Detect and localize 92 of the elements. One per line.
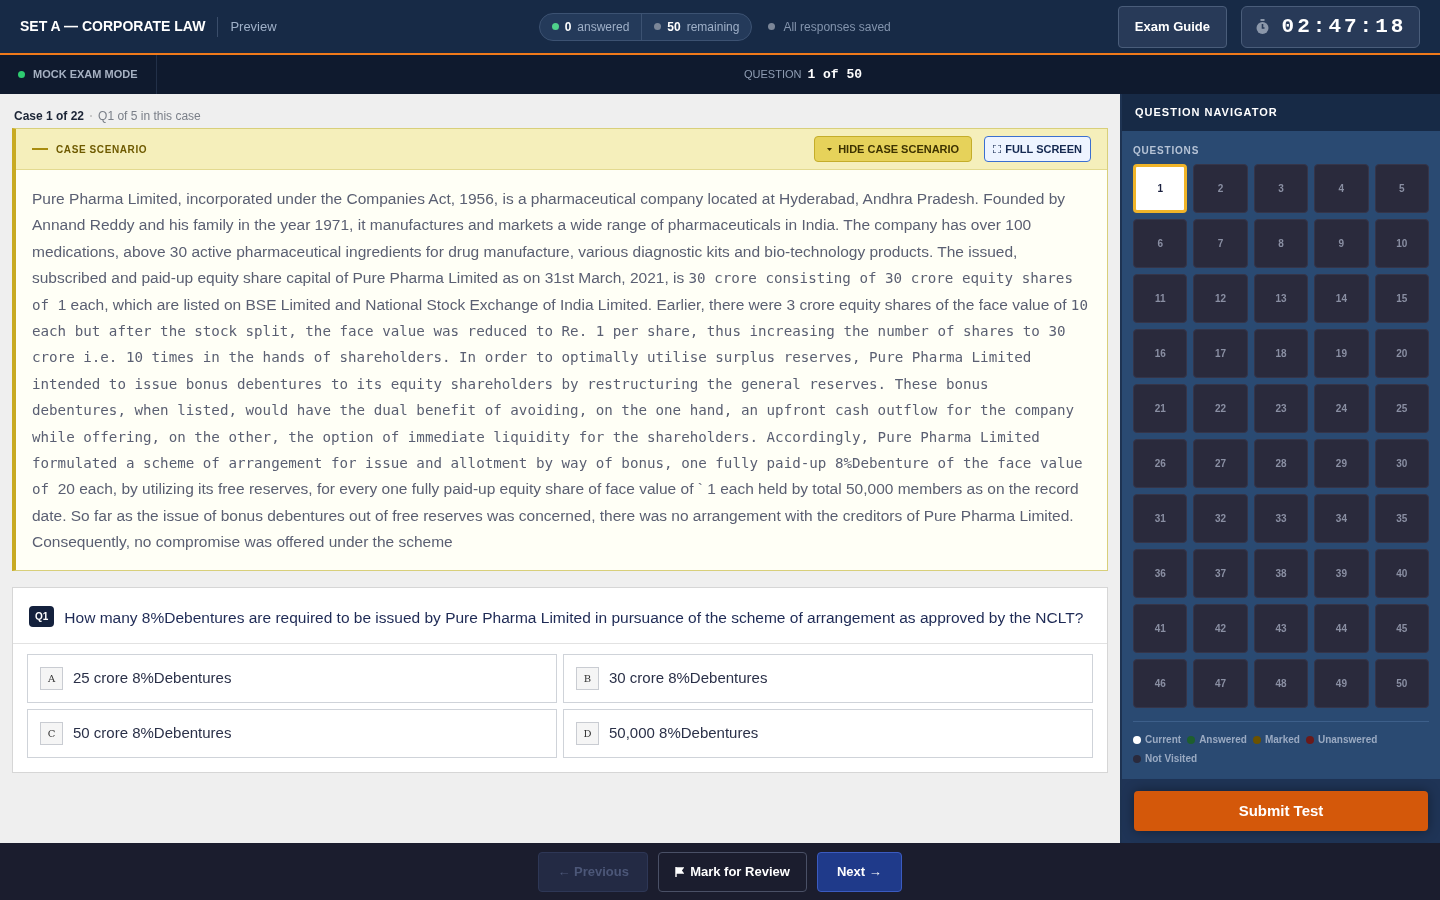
questions-heading: QUESTIONS xyxy=(1133,144,1201,158)
question-text: How many 8%Debentures are required to be issued by Pure Pharma Limited in pursuance of the scheme of arrangement as approved by the NCLT? xyxy=(64,608,1084,628)
question-number-button[interactable]: 48 xyxy=(1253,659,1309,708)
question-number-button[interactable]: 40 xyxy=(1374,549,1429,598)
question-number-button[interactable]: 8 xyxy=(1253,219,1309,268)
save-status: All responses saved xyxy=(783,18,891,36)
answer-option[interactable]: C 50 crore 8%Debentures xyxy=(27,709,557,758)
legend-label: Current xyxy=(1145,733,1182,747)
flag-icon xyxy=(675,866,685,877)
question-number-button[interactable]: 47 xyxy=(1193,659,1248,708)
question-number-button[interactable]: 49 xyxy=(1314,659,1369,708)
question-number-button[interactable]: 26 xyxy=(1133,439,1188,488)
exam-guide-button[interactable]: Exam Guide xyxy=(1117,5,1227,48)
question-number-button[interactable]: 29 xyxy=(1314,439,1369,488)
question-number-button[interactable]: 3 xyxy=(1253,164,1309,213)
case-question-position: Q1 of 5 in this case xyxy=(98,108,201,125)
question-number-button[interactable]: 10 xyxy=(1374,219,1429,268)
answered-label: answered xyxy=(577,18,630,36)
question-number-button[interactable]: 21 xyxy=(1133,384,1188,433)
mark-for-review-button[interactable]: Mark for Review xyxy=(658,851,807,892)
question-number-button[interactable]: 13 xyxy=(1253,274,1309,323)
question-number-button[interactable]: 35 xyxy=(1374,494,1429,543)
question-number-button[interactable]: 44 xyxy=(1314,604,1369,653)
question-number-button[interactable]: 6 xyxy=(1133,219,1188,268)
option-letter: A xyxy=(40,667,63,690)
question-number-button[interactable]: 7 xyxy=(1193,219,1248,268)
question-number-button[interactable]: 34 xyxy=(1314,494,1369,543)
option-letter: D xyxy=(576,722,599,745)
question-number-button[interactable]: 19 xyxy=(1314,329,1369,378)
legend-label: Answered xyxy=(1199,733,1247,747)
question-number-button[interactable]: 18 xyxy=(1253,329,1309,378)
option-letter: B xyxy=(576,667,599,690)
question-number-button[interactable]: 20 xyxy=(1374,329,1429,378)
case-scenario-title: CASE SCENARIO xyxy=(56,142,148,157)
answer-option[interactable]: D 50,000 8%Debentures xyxy=(563,709,1093,758)
question-number-button[interactable]: 33 xyxy=(1253,494,1309,543)
question-number-button[interactable]: 25 xyxy=(1374,384,1429,433)
question-number-button[interactable]: 31 xyxy=(1133,494,1188,543)
answer-option[interactable]: B 30 crore 8%Debentures xyxy=(563,654,1093,703)
mock-exam-mode-label: MOCK EXAM MODE xyxy=(33,67,138,83)
question-number-button[interactable]: 4 xyxy=(1314,164,1369,213)
full-screen-button[interactable]: FULL SCREEN xyxy=(984,136,1091,162)
navigator-title: QUESTION NAVIGATOR xyxy=(1135,105,1278,121)
stopwatch-icon xyxy=(1254,18,1270,35)
question-number-button[interactable]: 16 xyxy=(1133,329,1188,378)
legend-label: Unanswered xyxy=(1317,733,1378,747)
question-number-button[interactable]: 41 xyxy=(1133,604,1188,653)
hide-scenario-button[interactable]: HIDE CASE SCENARIO xyxy=(814,136,973,162)
timer-value: 02:47:18 xyxy=(1281,13,1407,40)
answer-option[interactable]: A 25 crore 8%Debentures xyxy=(27,654,557,703)
question-number-button[interactable]: 46 xyxy=(1133,659,1188,708)
answered-count: 0 xyxy=(564,18,572,36)
question-number-button[interactable]: 23 xyxy=(1253,384,1309,433)
case-scenario-text: Pure Pharma Limited, incorporated under the Companies Act, 1956, is a pharmaceutical company located at Hyderabad, Andhra Pradesh. Founded by Annand Reddy and his family in the year 1971, it manufactures and markets a wide range of pharmaceuticals in India. The company has over 100 medications, above 30 active pharmaceutical ingredients for drug manufacture, various diagnostic kits and bio-technology products. The issued, subscribed and paid-up equity share capital of Pure Pharma Limited as on 31st March, 2021, is 30 crore consisting of 30 crore equity shares of 1 each, which are listed on BSE Limited and National Stock Exchange of India Limited. Earlier, there were 3 crore equity shares of the face value of 10 each but after the stock split, the face value was reduced to Re. 1 per share, thus increasing the number of shares to 30 crore i.e. 10 times in the hands of shareholders. In order to optimally utilise surplus reserves, Pure Pharma Limited intended to issue bonus debentures to its equity shareholders by restructuring the general reserves. These bonus debentures, when listed, would have the dual benefit of avoiding, on the one hand, an upfront cash outflow for the company while offering, on the other, the option of immediate liquidity for the shareholders. Accordingly, Pure Pharma Limited formulated a scheme of arrangement for issue and allotment by way of bonus, one fully paid-up 8%Debenture of the face value of 20 each, by utilizing its free reserves, for every one fully paid-up equity share of face value of ` 1 each held by total 50,000 members as on the record date. So far as the issue of bonus debentures out of free reserves was concerned, there was no arrangement with the creditors of Pure Pharma Limited. Consequently, no compromise was offered under the scheme xyxy=(31,189,1089,553)
question-number-button[interactable]: 32 xyxy=(1193,494,1248,543)
question-number-button[interactable]: 28 xyxy=(1253,439,1309,488)
question-number-button[interactable]: 1 xyxy=(1133,164,1188,213)
question-number-button[interactable]: 12 xyxy=(1193,274,1248,323)
question-number-button[interactable]: 2 xyxy=(1193,164,1248,213)
question-number-badge: Q1 xyxy=(29,606,55,627)
question-number-button[interactable]: 5 xyxy=(1374,164,1429,213)
question-number-button[interactable]: 27 xyxy=(1193,439,1248,488)
preview-label: Preview xyxy=(230,17,277,36)
question-number-button[interactable]: 43 xyxy=(1253,604,1309,653)
question-number-button[interactable]: 15 xyxy=(1374,274,1429,323)
legend-label: Marked xyxy=(1264,733,1300,747)
question-number-button[interactable]: 24 xyxy=(1314,384,1369,433)
question-number-button[interactable]: 45 xyxy=(1374,604,1429,653)
next-button[interactable]: Next → xyxy=(816,851,902,892)
question-number-button[interactable]: 30 xyxy=(1374,439,1429,488)
caret-icon xyxy=(827,147,833,151)
question-number-button[interactable]: 9 xyxy=(1314,219,1369,268)
case-counter: Case 1 of 22 xyxy=(14,108,85,125)
question-position: 1 of 50 xyxy=(807,65,863,84)
question-number-button[interactable]: 38 xyxy=(1253,549,1309,598)
legend-label: Not Visited xyxy=(1145,752,1198,766)
exam-title: SET A — CORPORATE LAW xyxy=(20,17,206,36)
remaining-count: 50 xyxy=(667,18,681,36)
remaining-label: remaining xyxy=(686,18,740,36)
option-letter: C xyxy=(40,722,63,745)
question-label: QUESTION xyxy=(744,67,802,83)
question-number-button[interactable]: 36 xyxy=(1133,549,1188,598)
submit-test-button[interactable]: Submit Test xyxy=(1134,791,1428,831)
question-number-button[interactable]: 11 xyxy=(1133,274,1188,323)
question-number-button[interactable]: 42 xyxy=(1193,604,1248,653)
question-number-button[interactable]: 17 xyxy=(1193,329,1248,378)
question-number-button[interactable]: 50 xyxy=(1374,659,1429,708)
question-number-button[interactable]: 22 xyxy=(1193,384,1248,433)
question-number-button[interactable]: 39 xyxy=(1314,549,1369,598)
question-number-button[interactable]: 37 xyxy=(1193,549,1248,598)
question-number-button[interactable]: 14 xyxy=(1314,274,1369,323)
expand-icon xyxy=(993,145,1002,153)
